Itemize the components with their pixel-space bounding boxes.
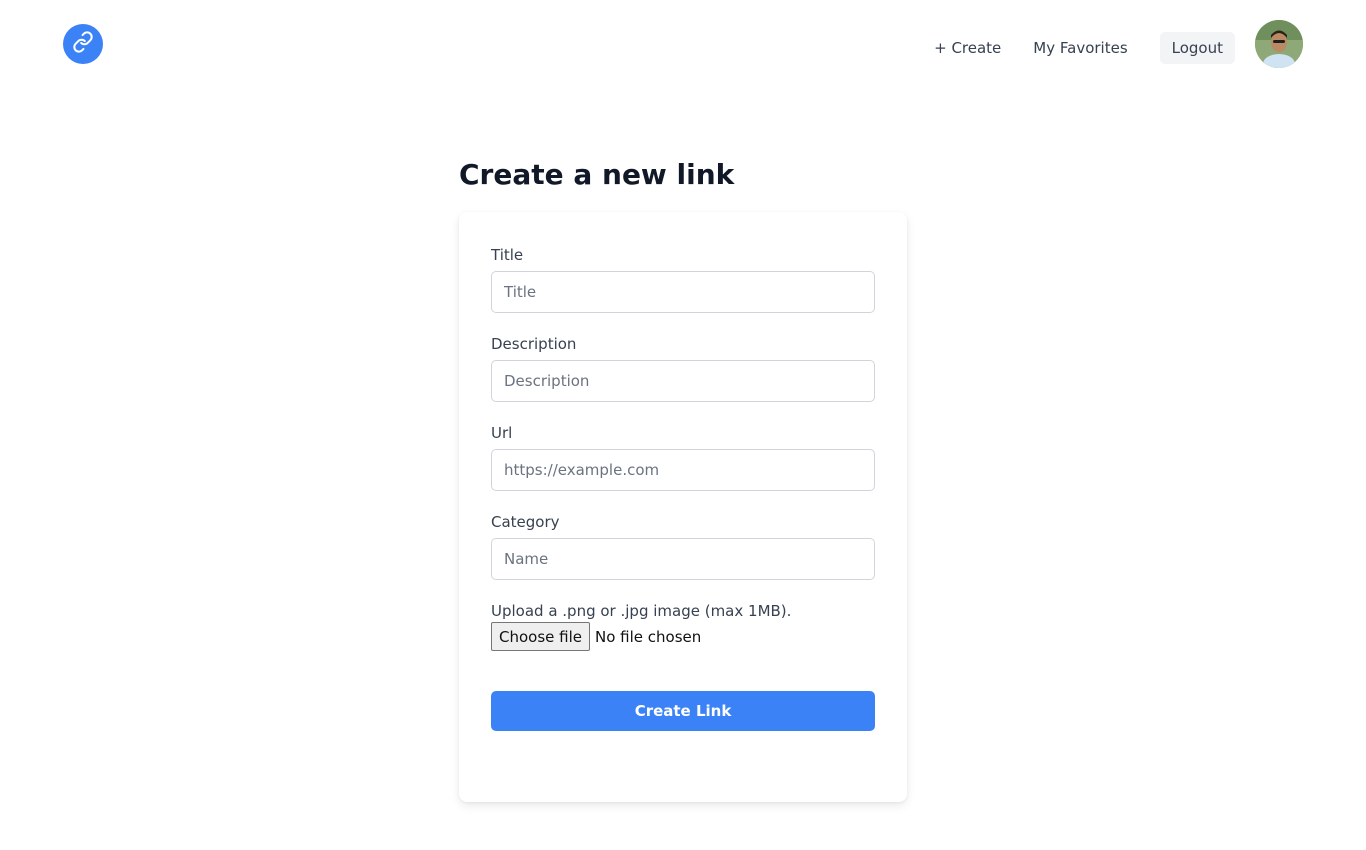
link-icon <box>72 31 94 57</box>
category-label: Category <box>491 513 560 531</box>
description-field-group: Description <box>491 335 875 402</box>
url-field-group: Url <box>491 424 875 491</box>
url-label: Url <box>491 424 513 442</box>
avatar[interactable] <box>1255 20 1303 68</box>
create-link-form: Title Description Url Category Upload a … <box>459 212 907 802</box>
create-link[interactable]: + Create <box>934 39 1001 57</box>
file-upload: Choose file No file chosen <box>491 622 875 651</box>
favorites-link[interactable]: My Favorites <box>1033 39 1127 57</box>
app-logo[interactable] <box>63 24 103 64</box>
category-input[interactable] <box>491 538 875 580</box>
description-label: Description <box>491 335 577 353</box>
upload-note: Upload a .png or .jpg image (max 1MB). <box>491 602 792 620</box>
user-avatar-icon <box>1255 20 1303 68</box>
choose-file-button[interactable]: Choose file <box>491 622 590 651</box>
title-input[interactable] <box>491 271 875 313</box>
category-field-group: Category <box>491 513 875 580</box>
title-label: Title <box>491 246 524 264</box>
page-title: Create a new link <box>459 158 735 191</box>
top-nav: + Create My Favorites Logout <box>934 20 1303 68</box>
create-link-button[interactable]: Create Link <box>491 691 875 731</box>
logout-button[interactable]: Logout <box>1159 32 1235 64</box>
url-input[interactable] <box>491 449 875 491</box>
title-field-group: Title <box>491 246 875 313</box>
file-status: No file chosen <box>595 627 702 646</box>
description-input[interactable] <box>491 360 875 402</box>
